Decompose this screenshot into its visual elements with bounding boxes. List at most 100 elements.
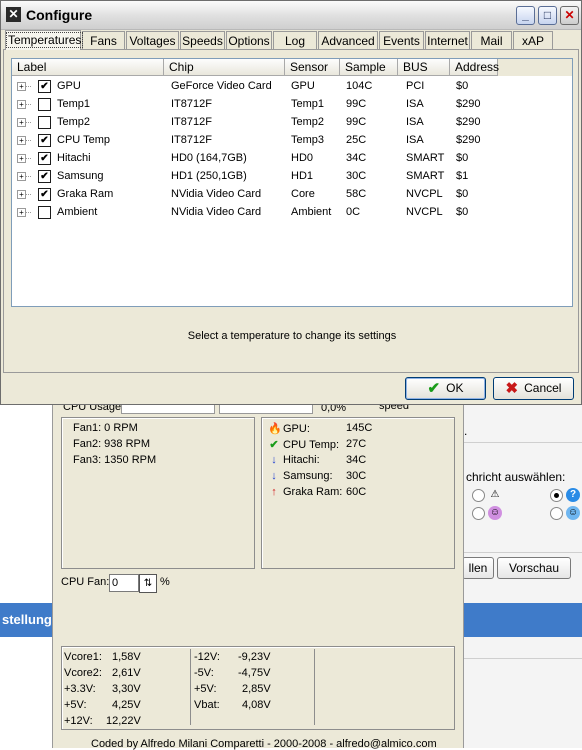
radio-question[interactable] [550, 489, 563, 502]
cell-sensor: Core [291, 188, 315, 200]
tree-connector [26, 86, 31, 87]
row-checkbox[interactable]: ✔ [38, 188, 51, 201]
cancel-button[interactable]: ✖ Cancel [493, 377, 574, 400]
temp-reading-graka: ↑ Graka Ram: 60C [268, 486, 366, 498]
wink-smiley-icon: ☺ [566, 506, 580, 520]
radio-warning[interactable] [472, 489, 485, 502]
tab-advanced[interactable]: Advanced [318, 31, 378, 49]
cell-bus: ISA [406, 134, 424, 146]
column-header-label[interactable]: Label [12, 59, 164, 76]
maximize-button[interactable]: □ [538, 6, 557, 25]
laugh-smiley-icon: ☺ [488, 506, 502, 520]
tab-fans[interactable]: Fans [82, 31, 125, 49]
fill-button[interactable]: llen [462, 557, 494, 579]
tab-xap[interactable]: xAP [513, 31, 553, 49]
minimize-button[interactable]: _ [516, 6, 535, 25]
title-bar[interactable]: ✕ Configure _ □ ✕ [1, 1, 581, 30]
ok-button[interactable]: ✔ OK [405, 377, 486, 400]
table-row[interactable]: + ✔ GPU GeForce Video Card GPU 104C PCI $0 [12, 77, 572, 95]
row-checkbox[interactable]: ✔ [38, 170, 51, 183]
cell-address: $0 [456, 152, 469, 164]
table-row[interactable]: + ✔ Samsung HD1 (250,1GB) HD1 30C SMART $1 [12, 167, 572, 185]
cell-label: Hitachi [57, 152, 91, 164]
voltage-label: +5V: [194, 683, 217, 695]
voltage-value: 2,85V [242, 683, 271, 695]
row-checkbox[interactable]: ✔ [38, 80, 51, 93]
expand-icon[interactable]: + [17, 118, 26, 127]
voltage-label: +3.3V: [64, 683, 96, 695]
message-select-label: chricht auswählen: [466, 470, 566, 484]
credit-line: Coded by Alfredo Milani Comparetti - 200… [91, 738, 437, 750]
expand-icon[interactable]: + [17, 154, 26, 163]
table-row[interactable]: + ✔ Hitachi HD0 (164,7GB) HD0 34C SMART $0 [12, 149, 572, 167]
tab-temperatures[interactable]: Temperatures [5, 30, 84, 50]
column-header-sample[interactable]: Sample [340, 59, 398, 76]
cell-sample: 34C [346, 152, 367, 164]
expand-icon[interactable]: + [17, 136, 26, 145]
hint-text: Select a temperature to change its setti… [187, 330, 397, 342]
warning-icon: ⚠ [490, 489, 500, 500]
cell-sensor: Temp1 [291, 98, 325, 110]
column-header-address[interactable]: Address [450, 59, 499, 76]
list-header: Label Chip Sensor Sample BUS Address [12, 59, 572, 76]
expand-icon[interactable]: + [17, 208, 26, 217]
tree-connector [26, 104, 31, 105]
expand-icon[interactable]: + [17, 190, 26, 199]
voltage-value: 12,22V [106, 715, 141, 727]
row-checkbox[interactable]: ✔ [38, 134, 51, 147]
tab-voltages[interactable]: Voltages [126, 31, 179, 49]
expand-icon[interactable]: + [17, 82, 26, 91]
cancel-label: Cancel [524, 381, 562, 395]
fan-reading: Fan2: 938 RPM [73, 438, 151, 450]
tab-options[interactable]: Options [226, 31, 272, 49]
tab-mail[interactable]: Mail [471, 31, 512, 49]
cpu-fan-spinner[interactable]: ⇅ [139, 574, 157, 593]
cell-sensor: Ambient [291, 206, 332, 218]
row-checkbox[interactable]: ✔ [38, 152, 51, 165]
tab-events[interactable]: Events [379, 31, 424, 49]
table-row[interactable]: + Temp2 IT8712F Temp2 99C ISA $290 [12, 113, 572, 131]
cell-bus: NVCPL [406, 206, 443, 218]
cpu-fan-input[interactable]: 0 [109, 574, 139, 592]
close-button[interactable]: ✕ [560, 6, 579, 25]
table-row[interactable]: + Ambient NVidia Video Card Ambient 0C NVCPL $… [12, 203, 572, 221]
voltage-value: 4,08V [242, 699, 271, 711]
cell-label: GPU [57, 80, 81, 92]
cell-address: $290 [456, 116, 481, 128]
row-checkbox[interactable] [38, 98, 51, 111]
cell-address: $0 [456, 188, 469, 200]
cell-chip: NVidia Video Card [171, 206, 262, 218]
column-header-sensor[interactable]: Sensor [285, 59, 340, 76]
cell-sensor: HD1 [291, 170, 314, 182]
tree-connector [26, 122, 31, 123]
table-row[interactable]: + ✔ CPU Temp IT8712F Temp3 25C ISA $290 [12, 131, 572, 149]
cell-address: $0 [456, 80, 469, 92]
tab-speeds[interactable]: Speeds [180, 31, 225, 49]
column-header-bus[interactable]: BUS [398, 59, 450, 76]
cell-chip: HD0 (164,7GB) [171, 152, 247, 164]
cell-sensor: Temp2 [291, 116, 325, 128]
app-icon: ✕ [6, 7, 21, 22]
expand-icon[interactable]: + [17, 172, 26, 181]
tab-log[interactable]: Log [273, 31, 317, 49]
cell-bus: ISA [406, 116, 424, 128]
temperature-list[interactable]: Label Chip Sensor Sample BUS Address + ✔ G… [11, 58, 573, 307]
voltages-panel: Vcore1: 1,58V Vcore2: 2,61V +3.3V: 3,30V… [61, 646, 455, 730]
column-header-chip[interactable]: Chip [164, 59, 285, 76]
row-checkbox[interactable] [38, 206, 51, 219]
tab-internet[interactable]: Internet [425, 31, 470, 49]
table-row[interactable]: + ✔ Graka Ram NVidia Video Card Core 58C NVCPL… [12, 185, 572, 203]
row-checkbox[interactable] [38, 116, 51, 129]
check-icon: ✔ [427, 380, 441, 398]
background-divider [462, 442, 582, 443]
voltage-value: -4,75V [238, 667, 271, 679]
preview-button[interactable]: Vorschau [497, 557, 571, 579]
cell-label: CPU Temp [57, 134, 110, 146]
radio-laugh[interactable] [472, 507, 485, 520]
radio-wink[interactable] [550, 507, 563, 520]
tree-connector [26, 176, 31, 177]
temp-value: 34C [346, 454, 367, 466]
table-row[interactable]: + Temp1 IT8712F Temp1 99C ISA $290 [12, 95, 572, 113]
cell-sample: 99C [346, 98, 367, 110]
expand-icon[interactable]: + [17, 100, 26, 109]
